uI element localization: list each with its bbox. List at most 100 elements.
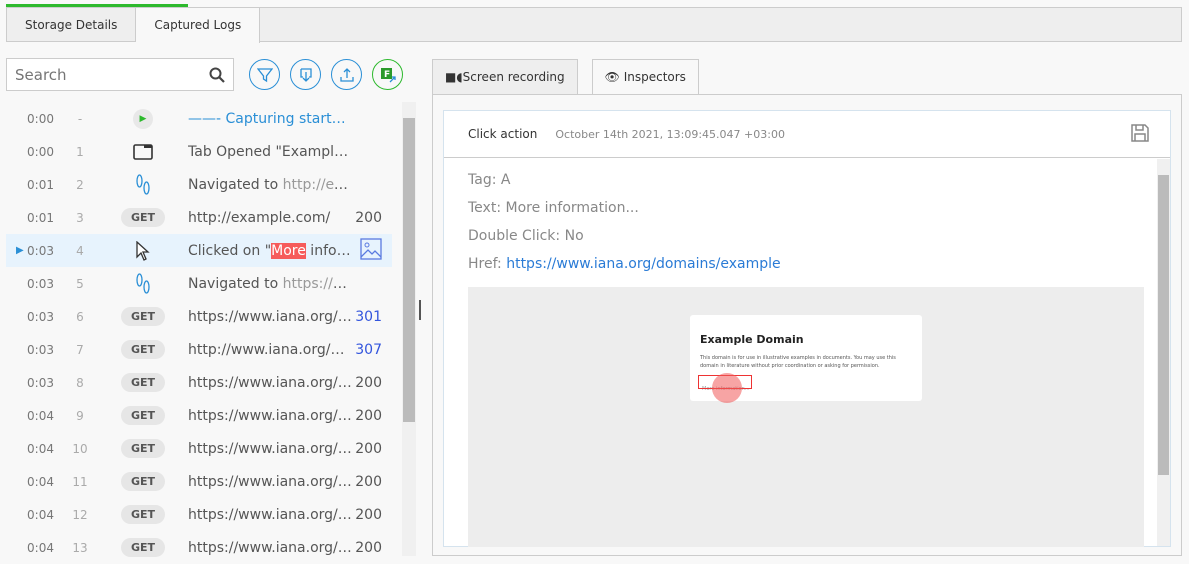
log-type [98, 143, 188, 160]
log-text: Clicked on "More information..." [188, 242, 352, 259]
log-row[interactable]: 0:03 5 Navigated to https://www.iana.org/d… [6, 267, 392, 300]
log-url: http://example.com/ [282, 176, 352, 193]
log-type: GET [98, 538, 188, 557]
get-method-badge: GET [120, 340, 166, 359]
search-icon[interactable] [209, 67, 225, 83]
log-index: 3 [76, 210, 84, 225]
log-row[interactable]: 0:04 9 GET https://www.iana.org/_css/style.… [6, 399, 392, 432]
prop-label: Text: [468, 200, 502, 216]
log-text-prefix: Navigated to [188, 176, 283, 193]
prop-href: Href: https://www.iana.org/domains/examp… [468, 252, 1146, 280]
search-box [6, 58, 234, 91]
log-row[interactable]: 0:01 3 GET http://example.com/200 [6, 201, 392, 234]
log-row[interactable]: 0:04 11 GET https://www.iana.org/_js/iana.j… [6, 465, 392, 498]
image-icon [360, 237, 382, 260]
log-type: GET [98, 340, 188, 359]
log-list-scrollbar[interactable] [402, 102, 416, 556]
log-row[interactable]: 0:00 1 Tab Opened "Example Domain" [6, 135, 392, 168]
get-method-badge: GET [120, 307, 166, 326]
log-index: 13 [72, 540, 88, 555]
upload-button[interactable] [331, 59, 362, 90]
log-type: GET [98, 208, 188, 227]
prop-label: Href: [468, 256, 502, 272]
log-time: 0:04 [27, 474, 54, 489]
log-text: https://www.iana.org/domains/reserved [188, 374, 352, 391]
status-code: 307 [355, 341, 382, 358]
search-input[interactable] [15, 65, 209, 84]
tab-screen-recording[interactable]: ■◖Screen recording [432, 59, 578, 95]
log-type: GET [98, 505, 188, 524]
log-row[interactable]: 0:03 6 GET https://www.iana.org/domains/exa… [6, 300, 392, 333]
log-index: 7 [76, 342, 84, 357]
prop-value: No [564, 228, 584, 244]
log-row[interactable]: 0:04 12 GET https://www.iana.org/_img/logo.… [6, 498, 392, 531]
get-method-badge: GET [120, 406, 166, 425]
footsteps-icon [136, 272, 150, 294]
log-text: ——- Capturing started ——- [188, 110, 352, 127]
prop-label: Tag: [468, 172, 497, 188]
log-time: 0:04 [27, 540, 54, 555]
prop-tag: Tag: A [468, 168, 1146, 196]
log-type [98, 240, 188, 261]
log-row[interactable]: 0:00 - ▶ ——- Capturing started ——- [6, 102, 392, 135]
save-icon[interactable] [1130, 123, 1150, 143]
download-button[interactable] [290, 59, 321, 90]
log-index: 5 [76, 276, 84, 291]
export-button[interactable]: F [372, 59, 403, 90]
cursor-icon [136, 240, 150, 261]
log-time: 0:04 [27, 507, 54, 522]
export-f-icon: F [380, 67, 396, 82]
tab-storage-details[interactable]: Storage Details [7, 8, 137, 41]
prop-text: Text: More information... [468, 196, 1146, 224]
screenshot-paragraph: This domain is for use in illustrative e… [700, 355, 896, 369]
log-time: 0:03 [27, 243, 54, 258]
tab-inspectors[interactable]: 👁 Inspectors [591, 59, 699, 95]
panel-resize-handle[interactable] [419, 300, 421, 320]
tab-label: Inspectors [623, 70, 686, 84]
log-type: GET [98, 439, 188, 458]
inspector-header: Click action October 14th 2021, 13:09:45… [444, 111, 1170, 158]
log-text-prefix: Navigated to [188, 275, 283, 292]
status-code: 200 [355, 407, 382, 424]
log-text-suffix: information..." [310, 242, 352, 259]
log-row[interactable]: 0:03 8 GET https://www.iana.org/domains/res… [6, 366, 392, 399]
scrollbar-thumb[interactable] [403, 118, 415, 422]
log-text: https://www.iana.org/_js/jquery.js [188, 440, 352, 457]
log-row[interactable]: 0:04 10 GET https://www.iana.org/_js/jquery… [6, 432, 392, 465]
log-type: GET [98, 307, 188, 326]
screenshot-button[interactable] [352, 237, 392, 264]
log-text: Navigated to https://www.iana.org/domain… [188, 276, 352, 292]
screenshot-heading: Example Domain [700, 333, 804, 346]
get-method-badge: GET [120, 505, 166, 524]
get-method-badge: GET [120, 538, 166, 557]
filter-button[interactable] [249, 59, 280, 90]
log-type [98, 173, 188, 196]
current-position-caret: ▶ [16, 245, 24, 256]
log-row[interactable]: 0:03 7 GET http://www.iana.org/domains/exam… [6, 333, 392, 366]
get-method-badge: GET [120, 472, 166, 491]
href-link[interactable]: https://www.iana.org/domains/example [506, 256, 780, 272]
log-time: 0:04 [27, 408, 54, 423]
tab-captured-logs[interactable]: Captured Logs [136, 8, 261, 43]
log-row[interactable]: 0:01 2 Navigated to http://example.com/ [6, 168, 392, 201]
status-code: 200 [355, 506, 382, 523]
log-time: 0:00 [27, 144, 54, 159]
get-method-badge: GET [120, 439, 166, 458]
tab-label: Screen recording [462, 70, 565, 84]
log-list: 0:00 - ▶ ——- Capturing started ——- 0:00 1 Tab … [6, 102, 392, 564]
log-row[interactable]: 0:04 13 GET https://www.iana.org/_img/icons… [6, 531, 392, 564]
status-code: 200 [355, 440, 382, 457]
log-index: 1 [76, 144, 84, 159]
status-code: 200 [355, 539, 382, 556]
get-method-badge: GET [120, 208, 166, 227]
prop-double-click: Double Click: No [468, 224, 1146, 252]
prop-value: More information... [505, 200, 639, 216]
log-time: 0:03 [27, 309, 54, 324]
log-time: 0:03 [27, 375, 54, 390]
log-row[interactable]: ▶0:03 4 Clicked on "More information..." [6, 234, 392, 267]
log-type: GET [98, 406, 188, 425]
scrollbar-thumb[interactable] [1158, 175, 1169, 475]
inspector-scrollbar[interactable] [1157, 159, 1170, 546]
action-timestamp: October 14th 2021, 13:09:45.047 +03:00 [555, 127, 785, 141]
action-title: Click action [468, 127, 538, 141]
